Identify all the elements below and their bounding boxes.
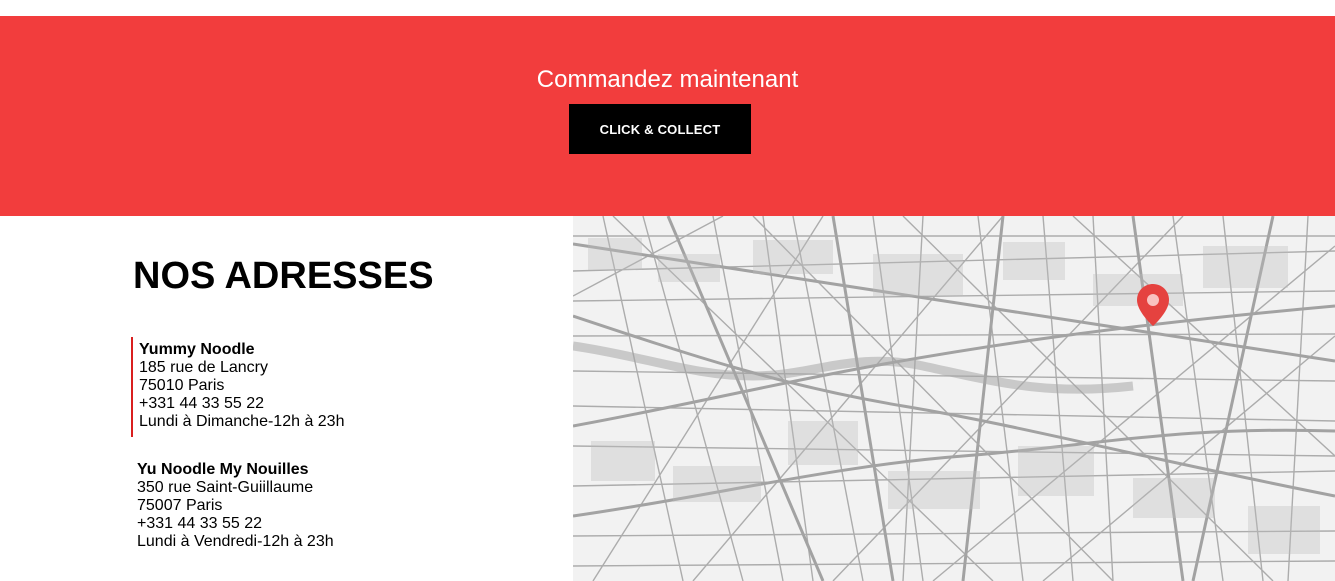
restaurant-name: Yu Noodle My Nouilles <box>137 461 309 478</box>
restaurant-street: 185 rue de Lancry <box>139 359 268 376</box>
addresses-section: NOS ADRESSES Yummy Noodle 185 rue de Lan… <box>0 216 573 581</box>
restaurant-street: 350 rue Saint-Guiillaume <box>137 479 314 496</box>
address-card-yu-noodle[interactable]: Yu Noodle My Nouilles 350 rue Saint-Guii… <box>131 461 531 551</box>
map-canvas <box>573 216 1335 581</box>
map-pin-center <box>1147 294 1159 306</box>
paris-map[interactable] <box>573 216 1335 581</box>
restaurant-hours: Lundi à Dimanche-12h à 23h <box>139 413 345 430</box>
addresses-title: NOS ADRESSES <box>133 255 434 297</box>
address-card-yummy-noodle[interactable]: Yummy Noodle 185 rue de Lancry 75010 Par… <box>131 337 531 437</box>
click-and-collect-button[interactable]: CLICK & COLLECT <box>569 104 751 154</box>
order-banner: Commandez maintenant CLICK & COLLECT <box>0 16 1335 216</box>
page: Commandez maintenant CLICK & COLLECT NOS… <box>0 0 1335 581</box>
order-title: Commandez maintenant <box>536 66 799 93</box>
restaurant-phone: +331 44 33 55 22 <box>139 395 265 412</box>
restaurant-name: Yummy Noodle <box>139 341 255 358</box>
restaurant-city: 75010 Paris <box>139 377 225 394</box>
restaurant-phone: +331 44 33 55 22 <box>137 515 263 532</box>
restaurant-hours: Lundi à Vendredi-12h à 23h <box>137 533 334 550</box>
restaurant-city: 75007 Paris <box>137 497 223 514</box>
